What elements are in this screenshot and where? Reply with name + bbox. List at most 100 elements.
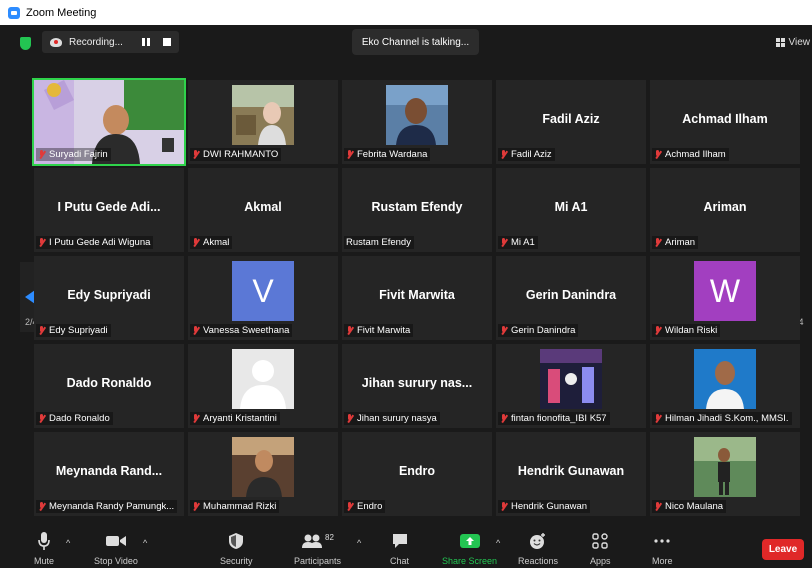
chat-label: Chat bbox=[390, 556, 410, 566]
muted-microphone-icon bbox=[654, 326, 661, 335]
share-screen-button[interactable]: Share Screen bbox=[442, 530, 497, 566]
stop-recording-icon[interactable] bbox=[163, 38, 171, 46]
participant-name-label: Suryadi Fajrin bbox=[36, 148, 111, 161]
muted-microphone-icon bbox=[654, 414, 661, 423]
participant-name-label: Wildan Riski bbox=[652, 324, 721, 337]
participant-tile[interactable]: Nico Maulana bbox=[650, 432, 800, 516]
muted-microphone-icon bbox=[38, 238, 45, 247]
participant-display-name: Ariman bbox=[703, 200, 747, 214]
participant-tile[interactable]: Mi A1 Mi A1 bbox=[496, 168, 646, 252]
participants-count: 82 bbox=[325, 533, 334, 542]
muted-microphone-icon bbox=[654, 238, 661, 247]
leave-button[interactable]: Leave bbox=[762, 539, 804, 560]
participants-options-chevron-icon[interactable]: ^ bbox=[357, 538, 361, 548]
participant-display-name: Gerin Danindra bbox=[525, 288, 617, 302]
muted-microphone-icon bbox=[500, 238, 507, 247]
participant-tile[interactable]: Aryanti Kristantini bbox=[188, 344, 338, 428]
muted-microphone-icon bbox=[654, 150, 661, 159]
participant-display-name: Jihan surury nas... bbox=[361, 376, 473, 390]
participant-name: Hendrik Gunawan bbox=[511, 501, 588, 512]
participant-name: Gerin Danindra bbox=[511, 325, 576, 336]
participant-name-label: Nico Maulana bbox=[652, 500, 727, 513]
security-button[interactable]: Security bbox=[220, 530, 253, 566]
muted-microphone-icon bbox=[192, 502, 199, 511]
participant-tile[interactable]: Fadil Aziz Fadil Aziz bbox=[496, 80, 646, 164]
participant-name: Vanessa Sweethana bbox=[203, 325, 290, 336]
participant-name-label: Dado Ronaldo bbox=[36, 412, 113, 425]
participant-name: Mi A1 bbox=[511, 237, 535, 248]
participant-name-label: Edy Supriyadi bbox=[36, 324, 111, 337]
mute-button[interactable]: Mute bbox=[34, 530, 54, 566]
participants-button[interactable]: 82 Participants bbox=[294, 530, 341, 566]
participant-name: Rustam Efendy bbox=[346, 237, 411, 248]
participant-name: Jihan surury nasya bbox=[357, 413, 437, 424]
participant-tile[interactable]: DWI RAHMANTO bbox=[188, 80, 338, 164]
participant-name-label: fintan fionofita_IBI K57 bbox=[498, 412, 610, 425]
participant-name: Suryadi Fajrin bbox=[49, 149, 108, 160]
participant-display-name: Fadil Aziz bbox=[542, 112, 600, 126]
participant-tile[interactable]: Jihan surury nas... Jihan surury nasya bbox=[342, 344, 492, 428]
mute-label: Mute bbox=[34, 556, 55, 566]
apps-button[interactable]: Apps bbox=[590, 530, 611, 566]
grid-view-icon bbox=[775, 38, 785, 47]
participant-tile[interactable]: Febrita Wardana bbox=[342, 80, 492, 164]
participant-display-name: Meynanda Rand... bbox=[55, 464, 163, 478]
participant-name: Achmad Ilham bbox=[665, 149, 726, 160]
muted-microphone-icon bbox=[500, 414, 507, 423]
participant-tile[interactable]: W Wildan Riski bbox=[650, 256, 800, 340]
participant-name: DWI RAHMANTO bbox=[203, 149, 279, 160]
participant-tile[interactable]: fintan fionofita_IBI K57 bbox=[496, 344, 646, 428]
recording-indicator: Recording... bbox=[42, 31, 179, 53]
muted-microphone-icon bbox=[192, 414, 199, 423]
muted-microphone-icon bbox=[346, 150, 353, 159]
participant-name-label: Jihan surury nasya bbox=[344, 412, 440, 425]
muted-microphone-icon bbox=[192, 326, 199, 335]
participant-tile[interactable]: Gerin Danindra Gerin Danindra bbox=[496, 256, 646, 340]
pause-recording-icon[interactable] bbox=[142, 38, 150, 46]
participant-name: Aryanti Kristantini bbox=[203, 413, 277, 424]
more-label: More bbox=[652, 556, 673, 566]
more-button[interactable]: More bbox=[652, 530, 673, 566]
reactions-button[interactable]: Reactions bbox=[518, 530, 558, 566]
participant-name-label: DWI RAHMANTO bbox=[190, 148, 282, 161]
more-dots-icon bbox=[653, 530, 671, 552]
participant-tile[interactable]: Hilman Jihadi S.Kom., MMSI. bbox=[650, 344, 800, 428]
participant-name-label: Febrita Wardana bbox=[344, 148, 431, 161]
encryption-shield-icon[interactable] bbox=[20, 37, 31, 50]
participant-tile[interactable]: Akmal Akmal bbox=[188, 168, 338, 252]
muted-microphone-icon bbox=[346, 326, 353, 335]
share-screen-label: Share Screen bbox=[442, 556, 498, 566]
participant-tile[interactable]: Hendrik Gunawan Hendrik Gunawan bbox=[496, 432, 646, 516]
participant-tile[interactable]: Edy Supriyadi Edy Supriyadi bbox=[34, 256, 184, 340]
meeting-topbar: Recording... Eko Channel is talking... V… bbox=[0, 25, 812, 63]
video-camera-icon bbox=[105, 530, 127, 552]
audio-options-chevron-icon[interactable]: ^ bbox=[66, 538, 70, 548]
participant-tile[interactable]: Achmad Ilham Achmad Ilham bbox=[650, 80, 800, 164]
participant-tile[interactable]: Endro Endro bbox=[342, 432, 492, 516]
participant-tile[interactable]: Rustam Efendy Rustam Efendy bbox=[342, 168, 492, 252]
view-button[interactable]: View bbox=[775, 37, 811, 48]
participant-tile[interactable]: I Putu Gede Adi... I Putu Gede Adi Wiguna bbox=[34, 168, 184, 252]
view-label: View bbox=[788, 37, 811, 48]
stop-video-button[interactable]: Stop Video bbox=[94, 530, 138, 566]
muted-microphone-icon bbox=[38, 150, 45, 159]
participant-photo bbox=[232, 437, 294, 497]
participant-name: Fadil Aziz bbox=[511, 149, 552, 160]
participant-name: Wildan Riski bbox=[665, 325, 718, 336]
recording-label: Recording... bbox=[69, 36, 123, 48]
participant-tile[interactable]: Dado Ronaldo Dado Ronaldo bbox=[34, 344, 184, 428]
video-options-chevron-icon[interactable]: ^ bbox=[143, 538, 147, 548]
participant-tile[interactable]: Meynanda Rand... Meynanda Randy Pamungk..… bbox=[34, 432, 184, 516]
participant-gallery: Suryadi Fajrin DWI RAHMANTO Febrita Wardan… bbox=[32, 78, 800, 516]
chat-button[interactable]: Chat bbox=[390, 530, 409, 566]
participant-tile[interactable]: Suryadi Fajrin bbox=[32, 78, 186, 166]
participant-tile[interactable]: Muhammad Rizki bbox=[188, 432, 338, 516]
participant-tile[interactable]: Fivit Marwita Fivit Marwita bbox=[342, 256, 492, 340]
participant-tile[interactable]: V Vanessa Sweethana bbox=[188, 256, 338, 340]
muted-microphone-icon bbox=[38, 502, 45, 511]
meeting-toolbar: Mute ^ Stop Video ^ Security 82 Particip… bbox=[0, 528, 812, 568]
participant-name-label: Akmal bbox=[190, 236, 233, 249]
share-options-chevron-icon[interactable]: ^ bbox=[496, 538, 500, 548]
participant-tile[interactable]: Ariman Ariman bbox=[650, 168, 800, 252]
participant-name: Nico Maulana bbox=[665, 501, 724, 512]
